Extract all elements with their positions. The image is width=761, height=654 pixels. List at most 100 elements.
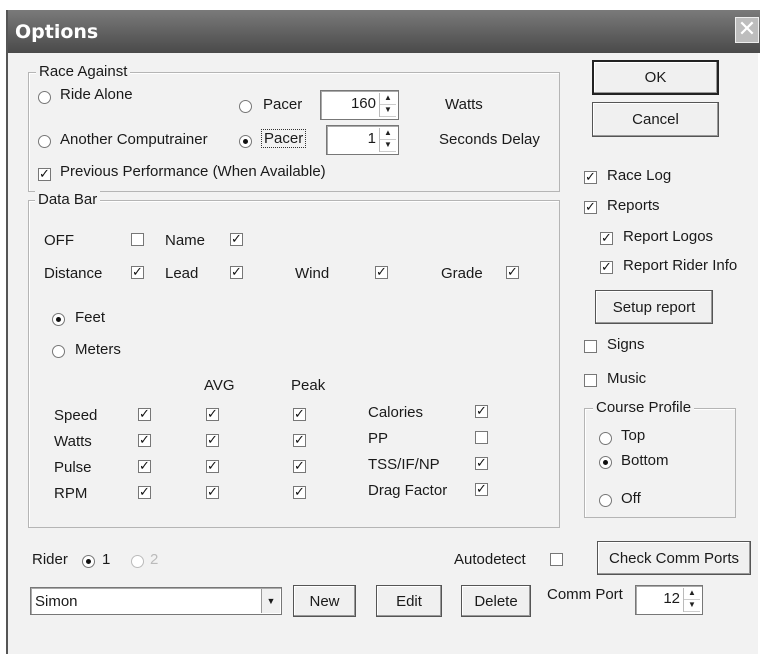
profile-top-label: Top: [621, 427, 646, 444]
check-comm-ports-button[interactable]: Check Comm Ports: [597, 541, 751, 575]
spin-down-icon[interactable]: ▼: [380, 140, 396, 152]
lead-label: Lead: [165, 265, 199, 282]
meters-radio[interactable]: [52, 345, 65, 358]
watts-unit-label: Watts: [445, 96, 483, 113]
extra-metric-label: Calories: [368, 404, 424, 421]
ride-alone-radio[interactable]: [38, 91, 51, 104]
metric-avg-checkbox[interactable]: ✓: [206, 460, 219, 473]
rider-2-label: 2: [150, 551, 159, 568]
edit-rider-button[interactable]: Edit: [376, 585, 442, 617]
feet-label: Feet: [75, 309, 106, 326]
music-checkbox[interactable]: [584, 374, 597, 387]
previous-performance-label: Previous Performance (When Available): [60, 163, 326, 180]
signs-checkbox[interactable]: [584, 340, 597, 353]
report-logos-checkbox[interactable]: ✓: [600, 232, 613, 245]
race-log-checkbox[interactable]: ✓: [584, 171, 597, 184]
delay-unit-label: Seconds Delay: [439, 131, 540, 148]
options-dialog: Options ✕ Race Against Ride Alone Pacer …: [6, 10, 760, 654]
profile-top-radio[interactable]: [599, 432, 612, 445]
distance-checkbox[interactable]: ✓: [131, 266, 144, 279]
profile-off-radio[interactable]: [599, 494, 612, 507]
metric-peak-checkbox[interactable]: ✓: [293, 460, 306, 473]
metric-label: Pulse: [54, 459, 92, 476]
reports-checkbox[interactable]: ✓: [584, 201, 597, 214]
meters-label: Meters: [75, 341, 121, 358]
reports-label: Reports: [607, 197, 660, 214]
metric-label: Watts: [54, 433, 92, 450]
another-computrainer-radio[interactable]: [38, 135, 51, 148]
metric-avg-checkbox[interactable]: ✓: [206, 408, 219, 421]
profile-off-label: Off: [621, 490, 641, 507]
report-rider-info-label: Report Rider Info: [623, 257, 738, 274]
signs-label: Signs: [607, 336, 645, 353]
chevron-down-icon[interactable]: ▼: [261, 589, 280, 613]
report-rider-info-checkbox[interactable]: ✓: [600, 261, 613, 274]
extra-metric-label: PP: [368, 430, 389, 447]
off-checkbox[interactable]: [131, 233, 144, 246]
pacer-watts-label: Pacer: [263, 96, 303, 113]
comm-port-value: 12: [663, 590, 680, 607]
extra-metric-checkbox[interactable]: [475, 431, 488, 444]
data-bar-group: [28, 200, 560, 528]
setup-report-button[interactable]: Setup report: [595, 290, 713, 324]
feet-radio[interactable]: [52, 313, 65, 326]
another-computrainer-label: Another Computrainer: [60, 131, 208, 148]
ok-button[interactable]: OK: [592, 60, 719, 95]
watts-value: 160: [350, 95, 376, 112]
pacer-delay-radio[interactable]: [239, 135, 252, 148]
close-icon[interactable]: ✕: [735, 17, 759, 43]
rider-1-radio[interactable]: [82, 555, 95, 568]
previous-performance-checkbox[interactable]: ✓: [38, 168, 51, 181]
metric-checkbox[interactable]: ✓: [138, 460, 151, 473]
avg-column-header: AVG: [204, 377, 235, 394]
metric-peak-checkbox[interactable]: ✓: [293, 486, 306, 499]
race-against-legend: Race Against: [36, 63, 131, 80]
extra-metric-checkbox[interactable]: ✓: [475, 457, 488, 470]
autodetect-label: Autodetect: [454, 551, 526, 568]
peak-column-header: Peak: [291, 377, 326, 394]
metric-peak-checkbox[interactable]: ✓: [293, 434, 306, 447]
watts-spinner[interactable]: 160 ▲ ▼: [320, 90, 399, 120]
data-bar-legend: Data Bar: [35, 191, 101, 208]
pacer-watts-radio[interactable]: [239, 100, 252, 113]
dialog-title: Options: [15, 21, 99, 43]
metric-checkbox[interactable]: ✓: [138, 486, 151, 499]
metric-checkbox[interactable]: ✓: [138, 408, 151, 421]
delete-rider-button[interactable]: Delete: [461, 585, 531, 617]
rider-2-radio[interactable]: [131, 555, 144, 568]
grade-checkbox[interactable]: ✓: [506, 266, 519, 279]
grade-label: Grade: [441, 265, 483, 282]
new-rider-button[interactable]: New: [293, 585, 356, 617]
extra-metric-label: Drag Factor: [368, 482, 448, 499]
music-label: Music: [607, 370, 647, 387]
wind-checkbox[interactable]: ✓: [375, 266, 388, 279]
spin-up-icon[interactable]: ▲: [380, 93, 396, 105]
spin-down-icon[interactable]: ▼: [684, 600, 700, 612]
profile-bottom-radio[interactable]: [599, 456, 612, 469]
profile-bottom-label: Bottom: [621, 452, 669, 469]
metric-label: RPM: [54, 485, 88, 502]
comm-port-spinner[interactable]: 12 ▲ ▼: [635, 585, 703, 615]
spin-up-icon[interactable]: ▲: [684, 588, 700, 600]
name-checkbox[interactable]: ✓: [230, 233, 243, 246]
report-logos-label: Report Logos: [623, 228, 714, 245]
extra-metric-checkbox[interactable]: ✓: [475, 483, 488, 496]
autodetect-checkbox[interactable]: [550, 553, 563, 566]
name-label: Name: [165, 232, 206, 249]
off-label: OFF: [44, 232, 74, 249]
metric-avg-checkbox[interactable]: ✓: [206, 486, 219, 499]
pacer-delay-label: Pacer: [261, 129, 307, 148]
extra-metric-checkbox[interactable]: ✓: [475, 405, 488, 418]
rider-1-label: 1: [102, 551, 111, 568]
race-log-label: Race Log: [607, 167, 672, 184]
cancel-button[interactable]: Cancel: [592, 102, 719, 137]
title-bar: Options ✕: [8, 10, 760, 53]
lead-checkbox[interactable]: ✓: [230, 266, 243, 279]
metric-avg-checkbox[interactable]: ✓: [206, 434, 219, 447]
delay-spinner[interactable]: 1 ▲ ▼: [326, 125, 399, 155]
metric-peak-checkbox[interactable]: ✓: [293, 408, 306, 421]
rider-name-select[interactable]: Simon ▼: [30, 587, 282, 615]
spin-up-icon[interactable]: ▲: [380, 128, 396, 140]
spin-down-icon[interactable]: ▼: [380, 105, 396, 117]
metric-checkbox[interactable]: ✓: [138, 434, 151, 447]
